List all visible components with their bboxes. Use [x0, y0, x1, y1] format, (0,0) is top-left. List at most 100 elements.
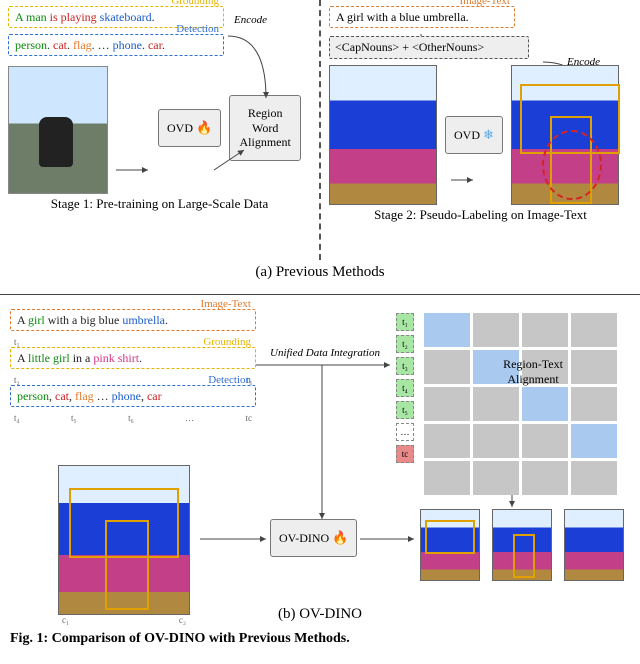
text-token: little girl: [28, 351, 73, 365]
imgtext-text-b: A girl with a big blue umbrella.: [17, 313, 168, 327]
text-token: pink shirt: [93, 351, 139, 365]
text-token: flag: [75, 389, 94, 403]
text-token: .: [165, 313, 168, 327]
grid-cell: [473, 387, 519, 421]
grid-cell: [473, 424, 519, 458]
text-token: .: [162, 38, 165, 52]
detection-text-a: person. cat. flag. … phone. car.: [15, 38, 165, 52]
text-token: person: [15, 38, 47, 52]
umbrella-photo-input: [329, 65, 437, 205]
grounding-text-a: A man is playing skateboard.: [15, 10, 155, 24]
text-stack: Image-Text A girl with a big blue umbrel…: [10, 309, 256, 423]
text-token: cat: [55, 389, 69, 403]
subscript: t₆: [128, 413, 134, 423]
grid-cell: [571, 313, 617, 347]
bbox-girl-b: [105, 520, 149, 610]
grid-cell: [522, 461, 568, 495]
subscript: t₁: [14, 337, 20, 347]
grid-cell: [571, 350, 617, 384]
text-token: phone: [112, 389, 141, 403]
encode-label-1: Encode: [234, 14, 267, 26]
text-token: . …: [92, 38, 113, 52]
text-token: girl: [28, 313, 48, 327]
udi-label: Unified Data Integration: [270, 347, 380, 359]
grid-cell: [424, 461, 470, 495]
input-photo-b: c₁c₂: [58, 465, 190, 625]
grid-cell: [522, 350, 568, 384]
token-cell: …: [396, 423, 414, 441]
crop-3: [564, 509, 624, 581]
region-word-label: Region Word Alignment: [240, 106, 291, 149]
nouns-text: <CapNouns> + <OtherNouns>: [335, 40, 484, 54]
subscript: t₂: [14, 375, 20, 385]
grid-cell: [571, 387, 617, 421]
grounding-box-b: Grounding A little girl in a pink shirt.: [10, 347, 256, 369]
token-cell: tc: [396, 445, 414, 463]
text-token: A: [17, 351, 28, 365]
text-token: is playing: [47, 10, 100, 24]
umbrella-photo-annotated: [511, 65, 619, 205]
text-token: .: [139, 351, 142, 365]
text-token: car: [147, 389, 162, 403]
ovd-label-1: OVD: [167, 121, 193, 135]
ovd-module-2: OVD ❄: [445, 116, 503, 154]
grid-cell: [424, 350, 470, 384]
token-cell: t₃: [396, 357, 414, 375]
detection-box-a: Detection person. cat. flag. … phone. ca…: [8, 34, 224, 56]
stage1-title: Stage 1: Pre-training on Large-Scale Dat…: [8, 194, 311, 212]
skateboard-photo: [8, 66, 108, 194]
stage2-title: Stage 2: Pseudo-Labeling on Image-Text: [329, 205, 632, 223]
nouns-box: <CapNouns> + <OtherNouns>: [329, 36, 529, 59]
grounding-text-b: A little girl in a pink shirt.: [17, 351, 142, 365]
text-token: .: [152, 10, 155, 24]
imgtext-caption: A girl with a blue umbrella.: [336, 10, 469, 24]
token-column: t₁ t₂ t₃ t₄ t₅ … tc: [396, 313, 414, 467]
text-token: person: [17, 389, 49, 403]
text-token: with a big blue: [48, 313, 123, 327]
text-token: A: [17, 313, 28, 327]
imgtext-tag-a: Image-Text: [459, 0, 510, 7]
detection-text-b: person, cat, flag … phone, car: [17, 389, 162, 403]
grid-cell: [473, 461, 519, 495]
text-token: skateboard: [100, 10, 152, 24]
imgtext-box-b: Image-Text A girl with a big blue umbrel…: [10, 309, 256, 331]
subscript: tc: [245, 413, 252, 423]
text-token: car: [148, 38, 162, 52]
grid-cell: [424, 424, 470, 458]
text-token: cat: [53, 38, 67, 52]
text-token: phone: [113, 38, 142, 52]
ovd-module-1: OVD 🔥: [158, 109, 221, 147]
token-cell: t₂: [396, 335, 414, 353]
text-token: umbrella: [122, 313, 165, 327]
text-token: in a: [73, 351, 94, 365]
fire-icon: 🔥: [196, 120, 212, 135]
figure-footer: Fig. 1: Comparison of OV-DINO with Previ…: [0, 625, 640, 647]
pseudo-error-ellipse: [542, 130, 602, 200]
grounding-tag: Grounding: [171, 0, 219, 7]
token-cell: t₄: [396, 379, 414, 397]
token-cell: t₅: [396, 401, 414, 419]
grid-cell: [571, 424, 617, 458]
grid-cell: [424, 313, 470, 347]
ovdino-module: OV-DINO 🔥: [270, 519, 357, 557]
crop-2: [492, 509, 552, 581]
token-cell: t₁: [396, 313, 414, 331]
grid-cell: [522, 387, 568, 421]
subscript: …: [185, 413, 194, 423]
region-word-align-box: Region Word Alignment: [229, 95, 301, 160]
detection-box-b: Detection person, cat, flag … phone, car: [10, 385, 256, 407]
imgtext-tag-b: Image-Text: [200, 298, 251, 310]
snow-icon: ❄: [483, 127, 494, 142]
text-token: …: [94, 389, 112, 403]
stage-1: Grounding A man is playing skateboard. D…: [0, 0, 321, 260]
stage-row: Grounding A man is playing skateboard. D…: [0, 0, 640, 260]
region-text-grid: [424, 313, 617, 495]
grid-cell: [571, 461, 617, 495]
text-token: flag: [73, 38, 92, 52]
detection-subs: t₄t₅t₆…tc: [10, 413, 256, 423]
grid-cell: [522, 313, 568, 347]
subscript: t₄: [14, 413, 20, 423]
grid-cell: [424, 387, 470, 421]
crop-1: [420, 509, 480, 581]
panel-ovdino: Image-Text A girl with a big blue umbrel…: [0, 295, 640, 625]
